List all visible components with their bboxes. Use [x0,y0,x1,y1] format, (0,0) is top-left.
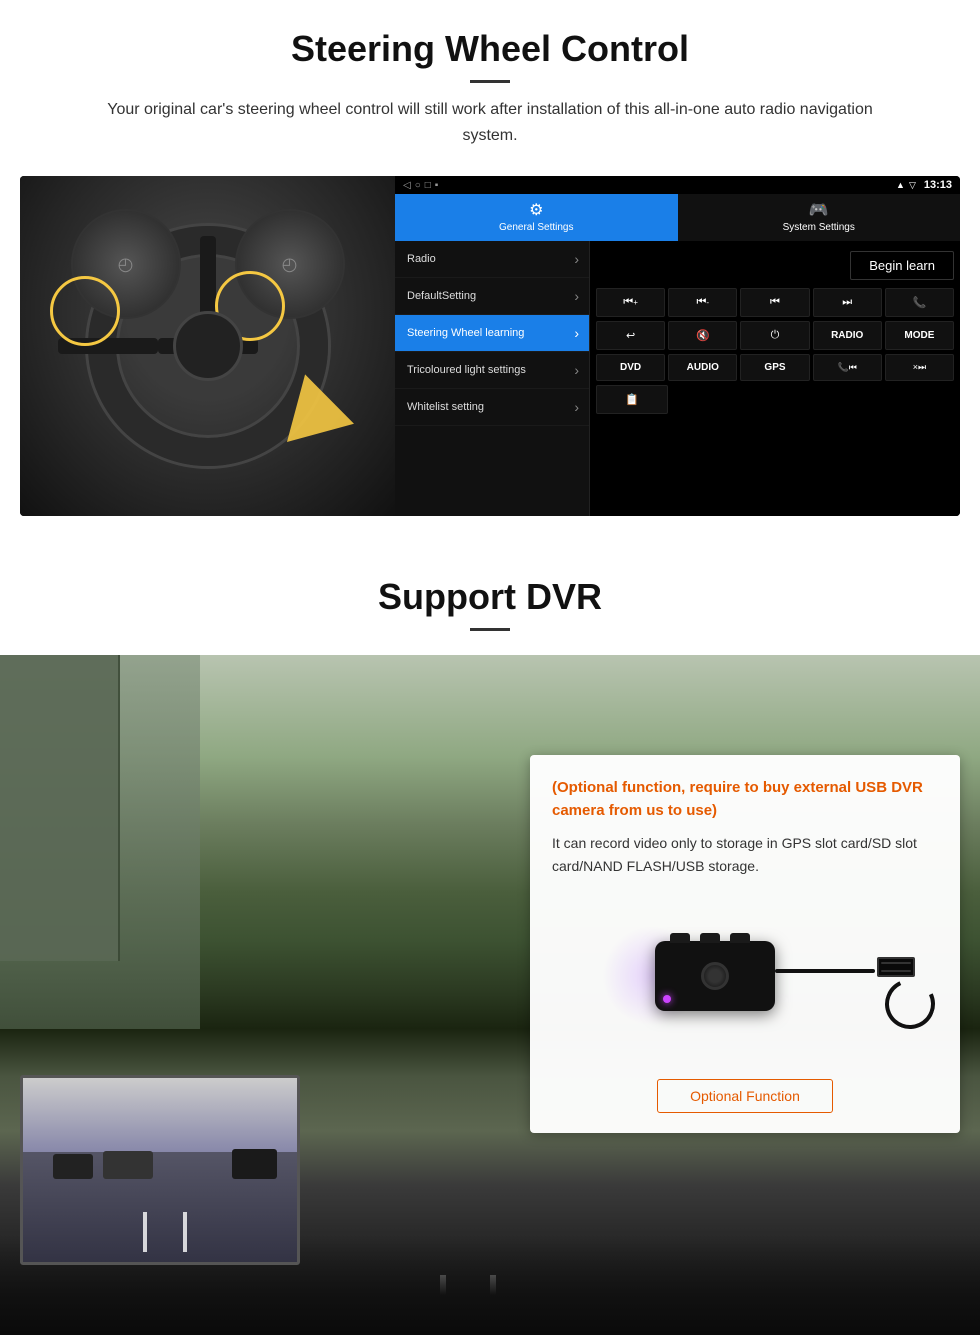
general-settings-icon: ⚙ [529,200,543,220]
steering-subtitle: Your original car's steering wheel contr… [80,97,900,148]
dvr-bg-container: (Optional function, require to buy exter… [0,655,980,1335]
dvr-optional-title: (Optional function, require to buy exter… [552,777,938,822]
control-buttons-row3: DVD AUDIO GPS 📞⏮ ×⏭ [596,354,954,381]
menu-item-tricoloured[interactable]: Tricoloured light settings › [395,352,589,389]
menu-whitelist-label: Whitelist setting [407,400,484,414]
feed-line-2 [183,1212,187,1252]
highlight-left [50,276,120,346]
ctrl-btn-prev-track[interactable]: ⏮ [740,288,809,317]
chevron-icon-tricoloured: › [574,362,579,378]
nav-menu-icon: ▪ [435,180,439,191]
camera-body [655,941,775,1011]
menu-steering-label: Steering Wheel learning [407,326,524,340]
menu-tricoloured-label: Tricoloured light settings [407,363,526,377]
ctrl-btn-phone[interactable]: 📞 [885,288,954,317]
dvr-divider [470,628,510,631]
tab-general-label: General Settings [499,222,574,233]
steering-photo: ◴ ◴ [20,176,395,516]
android-statusbar: ◁ ○ □ ▪ ▲ ▽ 13:13 [395,176,960,194]
chevron-icon-steering: › [574,325,579,341]
ctrl-btn-hangup[interactable]: ↩ [596,321,665,350]
ctrl-btn-audio[interactable]: AUDIO [668,354,737,381]
ctrl-btn-vol-up[interactable]: ⏮+ [596,288,665,317]
menu-item-whitelist[interactable]: Whitelist setting › [395,389,589,426]
menu-radio-label: Radio [407,252,436,266]
ctrl-btn-mute-next[interactable]: ×⏭ [885,354,954,381]
ctrl-btn-power[interactable]: ⏻ [740,321,809,350]
dvr-description: It can record video only to storage in G… [552,832,938,877]
begin-learn-row: Begin learn [596,247,954,284]
status-time: 13:13 [924,179,952,191]
steering-header: Steering Wheel Control Your original car… [0,0,980,176]
steering-title: Steering Wheel Control [60,28,920,70]
ctrl-btn-radio[interactable]: RADIO [813,321,882,350]
camera-light [663,995,671,1003]
ctrl-btn-next-track[interactable]: ⏭ [813,288,882,317]
android-content: Radio › DefaultSetting › Steering Wheel … [395,241,960,516]
menu-item-defaultsetting[interactable]: DefaultSetting › [395,278,589,315]
ctrl-btn-dvd[interactable]: DVD [596,354,665,381]
android-ui: ◁ ○ □ ▪ ▲ ▽ 13:13 ⚙ General Settings 🎮 S… [395,176,960,516]
ctrl-btn-mute[interactable]: 🔇 [668,321,737,350]
steering-composite: ◴ ◴ ◁ ○ □ ▪ ▲ ▽ [20,176,960,516]
menu-item-steering-wheel[interactable]: Steering Wheel learning › [395,315,589,352]
ctrl-btn-extra[interactable]: 📋 [596,385,668,414]
ctrl-btn-phone-prev[interactable]: 📞⏮ [813,354,882,381]
control-panel: Begin learn ⏮+ ⏮- ⏮ ⏭ 📞 ↩ 🔇 ⏻ [590,241,960,516]
feed-line-1 [143,1212,147,1252]
chevron-icon-whitelist: › [574,399,579,415]
menu-default-label: DefaultSetting [407,289,476,303]
status-wifi-icon: ▽ [909,180,916,191]
chevron-icon-default: › [574,288,579,304]
dvr-inset-feed [20,1075,300,1265]
ctrl-btn-vol-down[interactable]: ⏮- [668,288,737,317]
menu-item-radio[interactable]: Radio › [395,241,589,278]
control-buttons-row4: 📋 [596,385,954,414]
dvr-section: Support DVR (Optional f [0,546,980,1335]
nav-home-icon: ○ [415,180,421,191]
status-signal-icon: ▲ [896,180,905,190]
dvr-camera-illustration [552,891,938,1061]
menu-list: Radio › DefaultSetting › Steering Wheel … [395,241,590,516]
control-buttons-row1: ⏮+ ⏮- ⏮ ⏭ 📞 [596,288,954,317]
dvr-header: Support DVR [0,546,980,655]
tab-general-settings[interactable]: ⚙ General Settings [395,194,678,241]
dvr-info-card: (Optional function, require to buy exter… [530,755,960,1133]
begin-learn-button[interactable]: Begin learn [850,251,954,280]
system-settings-icon: 🎮 [809,200,829,220]
steering-wheel-bg: ◴ ◴ [20,176,395,516]
tab-system-label: System Settings [783,222,855,233]
title-divider [470,80,510,83]
camera-lens [701,962,729,990]
control-buttons-row2: ↩ 🔇 ⏻ RADIO MODE [596,321,954,350]
chevron-icon-radio: › [574,251,579,267]
arrow-overlay [295,376,385,446]
android-tabs: ⚙ General Settings 🎮 System Settings [395,194,960,241]
nav-back-icon: ◁ [403,180,411,191]
ctrl-btn-mode[interactable]: MODE [885,321,954,350]
tab-system-settings[interactable]: 🎮 System Settings [678,194,961,241]
optional-function-button[interactable]: Optional Function [657,1079,833,1113]
nav-recents-icon: □ [425,180,431,191]
ctrl-btn-gps[interactable]: GPS [740,354,809,381]
dvr-title: Support DVR [60,576,920,618]
